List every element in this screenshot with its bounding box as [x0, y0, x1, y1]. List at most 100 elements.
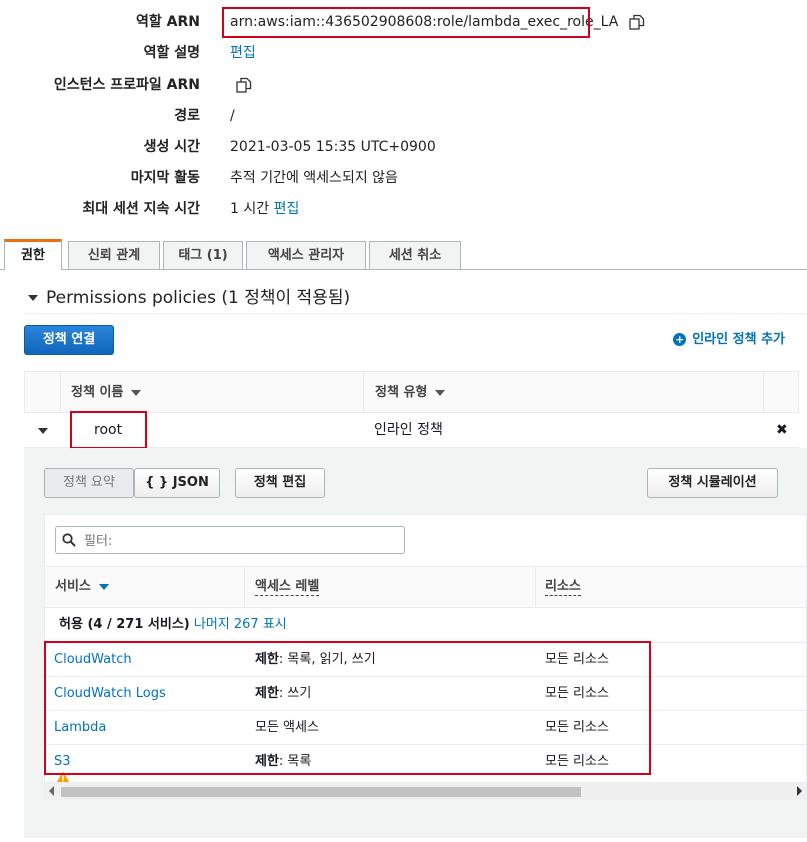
column-divider: [763, 372, 764, 413]
access-level-detail: : 쓰기: [278, 686, 312, 701]
edit-policy-button[interactable]: 정책 편집: [235, 468, 325, 498]
tab-permissions[interactable]: 권한: [4, 239, 62, 270]
access-level-limit: 제한: [255, 686, 279, 701]
resource-value: 모든 리소스: [545, 720, 609, 735]
column-header-service[interactable]: 서비스: [55, 567, 109, 607]
search-icon: [62, 533, 76, 547]
service-row: Lambda 모든 액세스 모든 리소스: [45, 710, 806, 744]
tab-trust-relationships[interactable]: 신뢰 관계: [68, 241, 160, 269]
summary-label: 인스턴스 프로파일 ARN: [53, 77, 200, 93]
column-divider: [60, 372, 61, 413]
show-remaining-link[interactable]: 나머지 267 표시: [194, 617, 287, 632]
summary-row-creation-time: 생성 시간 2021-03-05 15:35 UTC+0900: [0, 137, 807, 161]
column-label: 서비스: [55, 579, 91, 594]
access-level-limit: 제한: [255, 754, 279, 769]
column-label: 정책 이름: [71, 385, 124, 400]
scroll-left-arrow-icon[interactable]: [49, 786, 54, 796]
column-header-resource[interactable]: 리소스: [545, 567, 581, 607]
policies-table-header: 정책 이름 정책 유형: [24, 371, 799, 413]
summary-row-instance-profile: 인스턴스 프로파일 ARN: [0, 75, 807, 99]
role-arn-value: arn:aws:iam::436502908608:role/lambda_ex…: [230, 12, 645, 32]
caret-down-icon: [98, 583, 109, 590]
access-level-limit: 제한: [255, 652, 279, 667]
caret-down-icon: [131, 389, 142, 396]
column-label: 액세스 레벨: [255, 579, 320, 596]
resource-value: 모든 리소스: [545, 686, 609, 701]
plus-circle-icon: +: [673, 333, 687, 346]
access-level: 모든 액세스: [255, 711, 319, 744]
copy-icon[interactable]: [629, 14, 645, 30]
caret-down-icon[interactable]: [38, 428, 48, 434]
summary-row-max-session: 최대 세션 지속 시간 1 시간 편집: [0, 199, 807, 223]
tab-tags[interactable]: 태그 (1): [163, 241, 243, 269]
horizontal-scrollbar[interactable]: [45, 782, 806, 800]
policy-type: 인라인 정책: [374, 422, 443, 438]
service-row: CloudWatch Logs 제한: 쓰기 모든 리소스: [45, 676, 806, 710]
column-header-access-level[interactable]: 액세스 레벨: [255, 567, 320, 607]
service-link[interactable]: Lambda: [54, 711, 106, 744]
close-icon[interactable]: ✖: [776, 413, 788, 447]
edit-description-link[interactable]: 편집: [230, 43, 256, 63]
scroll-right-arrow-icon[interactable]: [797, 786, 802, 796]
summary-label: 경로: [174, 108, 200, 124]
filter-field[interactable]: [55, 526, 405, 554]
scrollbar-thumb[interactable]: [61, 787, 581, 797]
caret-down-icon: [28, 295, 38, 301]
column-header-policy-name[interactable]: 정책 이름: [71, 372, 142, 413]
edit-session-link[interactable]: 편집: [274, 201, 300, 217]
role-arn-text: arn:aws:iam::436502908608:role/lambda_ex…: [230, 14, 619, 30]
column-divider: [244, 567, 245, 607]
column-header-policy-type[interactable]: 정책 유형: [375, 372, 446, 413]
service-summary-table: 서비스 액세스 레벨 리소스 허용 (4 / 271 서비스) 나머지 267 …: [44, 514, 807, 800]
path-value: /: [230, 108, 235, 124]
column-label: 정책 유형: [375, 385, 428, 400]
tab-access-advisor[interactable]: 액세스 관리자: [246, 241, 366, 269]
resource-value: 모든 리소스: [545, 652, 609, 667]
summary-label: 역할 ARN: [136, 14, 200, 30]
summary-label: 생성 시간: [143, 139, 200, 155]
section-divider: [24, 313, 807, 314]
summary-row-last-activity: 마지막 활동 추적 기간에 액세스되지 않음: [0, 168, 807, 192]
access-level: 제한: 목록, 읽기, 쓰기: [255, 643, 376, 676]
tab-revoke-sessions[interactable]: 세션 취소: [369, 241, 461, 269]
copy-icon[interactable]: [236, 77, 252, 93]
policy-row-root[interactable]: root 인라인 정책 ✖: [24, 413, 799, 448]
summary-row-role-description: 역할 설명 편집: [0, 43, 807, 67]
access-level-detail: : 목록, 읽기, 쓰기: [278, 652, 376, 667]
summary-row-role-arn: 역할 ARN arn:aws:iam::436502908608:role/la…: [0, 12, 807, 36]
service-link[interactable]: CloudWatch Logs: [54, 677, 166, 710]
instance-profile-value: [236, 75, 252, 95]
tab-bar: 권한 신뢰 관계 태그 (1) 액세스 관리자 세션 취소: [4, 239, 807, 271]
access-level: 제한: 목록: [255, 745, 311, 778]
summary-label: 최대 세션 지속 시간: [82, 201, 200, 217]
summary-row-path: 경로 /: [0, 106, 807, 130]
max-session-duration: 1 시간: [230, 201, 270, 217]
max-session-value: 1 시간 편집: [230, 199, 299, 219]
caret-down-icon: [435, 389, 446, 396]
last-activity-value: 추적 기간에 액세스되지 않음: [230, 170, 398, 186]
column-divider: [535, 567, 536, 607]
allow-summary: 허용 (4 / 271 서비스) 나머지 267 표시: [59, 615, 287, 635]
policy-detail-panel: 정책 요약 { } JSON 정책 편집 정책 시뮬레이션 서비스 액세스 레벨…: [24, 448, 807, 838]
column-label: 리소스: [545, 579, 581, 596]
service-row: S3 제한: 목록 모든 리소스: [45, 744, 806, 778]
creation-time-value: 2021-03-05 15:35 UTC+0900: [230, 139, 436, 155]
service-link[interactable]: CloudWatch: [54, 643, 132, 676]
allow-count: 허용 (4 / 271 서비스): [59, 617, 190, 632]
attach-policy-button[interactable]: 정책 연결: [24, 325, 114, 355]
policy-summary-button[interactable]: 정책 요약: [44, 468, 134, 498]
add-inline-policy-link[interactable]: + 인라인 정책 추가: [673, 330, 785, 350]
access-level: 제한: 쓰기: [255, 677, 311, 710]
resource-value: 모든 리소스: [545, 754, 609, 769]
access-level-detail: 모든 액세스: [255, 720, 319, 735]
access-level-detail: : 목록: [278, 754, 312, 769]
service-table-header: 서비스 액세스 레벨 리소스: [45, 566, 806, 608]
column-divider: [363, 372, 364, 413]
permissions-section-header[interactable]: Permissions policies (1 정책이 적용됨): [28, 286, 350, 310]
summary-label: 역할 설명: [143, 45, 200, 61]
simulate-policy-button[interactable]: 정책 시뮬레이션: [647, 468, 778, 498]
summary-label: 마지막 활동: [130, 170, 200, 186]
policy-name[interactable]: root: [94, 413, 122, 447]
json-button[interactable]: { } JSON: [134, 468, 220, 498]
filter-input[interactable]: [82, 531, 396, 551]
